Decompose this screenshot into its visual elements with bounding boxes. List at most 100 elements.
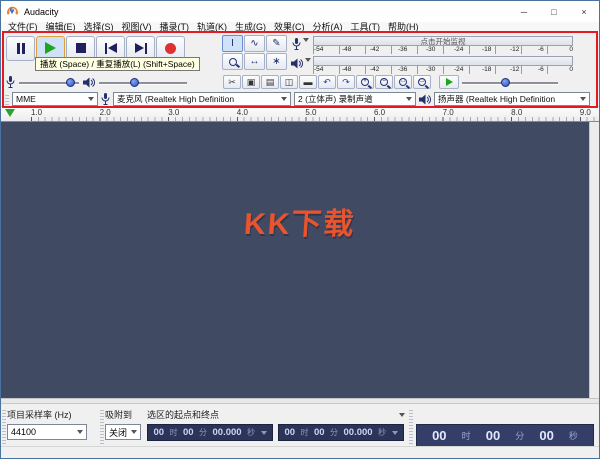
chevron-down-icon [88, 97, 94, 101]
chevron-down-icon [305, 58, 311, 62]
snap-to-select[interactable]: 关闭 [105, 424, 141, 440]
play-at-speed-toolbar [439, 75, 558, 89]
menu-item[interactable]: 选择(S) [80, 22, 118, 33]
ruler-label: 8.0 [511, 108, 580, 117]
record-meter-options[interactable] [292, 38, 309, 51]
zoom-in-icon: + [361, 78, 369, 86]
multi-tool-button[interactable]: ∗ [266, 53, 287, 70]
timeshift-tool-button[interactable]: ↔ [244, 53, 265, 70]
maximize-button[interactable]: □ [539, 1, 569, 22]
menu-item[interactable]: 编辑(E) [42, 22, 80, 33]
copy-button[interactable]: ▣ [242, 75, 260, 89]
recording-volume-slider[interactable] [19, 76, 79, 89]
vertical-scrollbar[interactable] [589, 122, 599, 398]
chevron-down-icon [131, 430, 137, 434]
chevron-down-icon [261, 431, 267, 435]
zoom-tool-button[interactable] [222, 53, 243, 70]
zoom-in-button[interactable]: + [356, 75, 374, 89]
recording-channels-select[interactable]: 2 (立体声) 录制声道 [294, 92, 416, 106]
chevron-down-icon [406, 97, 412, 101]
playback-volume-slider[interactable] [99, 76, 187, 89]
chevron-down-icon [580, 97, 586, 101]
zoom-out-button[interactable]: − [375, 75, 393, 89]
menu-item[interactable]: 播录(T) [156, 22, 194, 33]
chevron-down-icon [281, 97, 287, 101]
chevron-down-icon [77, 430, 83, 434]
slider-thumb[interactable] [501, 78, 510, 87]
draw-tool-button[interactable]: ✎ [266, 35, 287, 52]
mixer-toolbar [6, 75, 187, 90]
zoom-fit-icon: ▭ [418, 78, 426, 86]
menu-item[interactable]: 分析(A) [309, 22, 347, 33]
speaker-icon [83, 77, 95, 88]
menu-item[interactable]: 效果(C) [270, 22, 309, 33]
toolbar-grip[interactable] [100, 410, 104, 444]
toolbar-grip[interactable] [2, 410, 6, 444]
slider-thumb[interactable] [66, 78, 75, 87]
trim-audio-button[interactable]: ◫ [280, 75, 298, 89]
ruler-label: 3.0 [168, 108, 237, 117]
snap-to-value: 关闭 [109, 426, 127, 439]
play-speed-icon [446, 78, 453, 86]
playback-meter-bar[interactable] [313, 56, 573, 66]
menu-item[interactable]: 生成(G) [231, 22, 270, 33]
play-speed-slider[interactable] [462, 76, 558, 89]
playhead-triangle-icon[interactable] [5, 109, 15, 117]
stop-icon [76, 43, 86, 53]
recording-device-value: 麦克风 (Realtek High Definition [117, 93, 234, 105]
playback-device-icon [419, 94, 431, 105]
playback-device-value: 扬声器 (Realtek High Definition [438, 93, 555, 105]
audacity-window: Audacity ─ □ × 文件(F)编辑(E)选择(S)视图(V)播录(T)… [0, 0, 600, 459]
audio-position-display[interactable]: 00时 00分 00秒 [416, 424, 594, 447]
redo-button[interactable]: ↷ [337, 75, 355, 89]
menu-item[interactable]: 工具(T) [347, 22, 385, 33]
toolbar-grip[interactable] [5, 93, 9, 105]
magnifier-icon [229, 58, 237, 66]
recording-meter[interactable]: 点击开始监视 -54-48-42-36-30-24-18-12-60 [313, 36, 573, 54]
timeline-ruler[interactable]: 1.02.03.04.05.06.07.08.09.0 [1, 107, 599, 122]
play-at-speed-button[interactable] [439, 75, 459, 89]
slider-thumb[interactable] [130, 78, 139, 87]
minimize-button[interactable]: ─ [509, 1, 539, 22]
selection-end-field[interactable]: 00时 00分 00.000秒 [278, 424, 404, 441]
tools-toolbar: I ∿ ✎ ↔ ∗ [222, 35, 287, 70]
audio-host-select[interactable]: MME [12, 92, 98, 106]
project-rate-select[interactable]: 44100 [7, 424, 87, 440]
toolbar-grip[interactable] [409, 410, 413, 444]
play-button-tooltip: 播放 (Space) / 重复播放(L) (Shift+Space) [35, 57, 200, 71]
menu-item[interactable]: 文件(F) [4, 22, 42, 33]
menu-bar: 文件(F)编辑(E)选择(S)视图(V)播录(T)轨道(K)生成(G)效果(C)… [1, 22, 599, 33]
recording-meter-bar[interactable]: 点击开始监视 [313, 36, 573, 46]
ruler-label: 6.0 [374, 108, 443, 117]
track-area[interactable]: KK下载 [1, 122, 599, 398]
chevron-down-icon [392, 431, 398, 435]
pause-button[interactable] [6, 36, 35, 61]
skip-end-icon [135, 43, 147, 54]
selection-range-label: 选区的起点和终点 [147, 406, 219, 424]
selection-start-field[interactable]: 00时 00分 00.000秒 [147, 424, 273, 441]
play-icon [45, 42, 56, 54]
playback-meter-options[interactable] [291, 58, 311, 69]
selection-tool-button[interactable]: I [222, 35, 243, 52]
menu-item[interactable]: 帮助(H) [384, 22, 423, 33]
skip-start-icon [105, 43, 117, 54]
menu-item[interactable]: 轨道(K) [193, 22, 231, 33]
recording-device-select[interactable]: 麦克风 (Realtek High Definition [113, 92, 291, 106]
silence-audio-button[interactable]: ▬ [299, 75, 317, 89]
paste-button[interactable]: ▤ [261, 75, 279, 89]
playback-device-select[interactable]: 扬声器 (Realtek High Definition [434, 92, 590, 106]
cut-button[interactable]: ✂ [223, 75, 241, 89]
envelope-tool-button[interactable]: ∿ [244, 35, 265, 52]
undo-button[interactable]: ↶ [318, 75, 336, 89]
zoom-fit-project-button[interactable]: ▭ [413, 75, 431, 89]
zoom-to-selection-button[interactable]: □ [394, 75, 412, 89]
selection-range-mode-select[interactable]: 选区的起点和终点 [147, 406, 405, 424]
pause-icon [17, 43, 25, 54]
edit-toolbar: ✂ ▣ ▤ ◫ ▬ ↶ ↷ + − □ ▭ [223, 75, 431, 89]
playback-meter[interactable]: -54-48-42-36-30-24-18-12-60 [313, 56, 573, 74]
ruler-labels: 1.02.03.04.05.06.07.08.09.0 [31, 108, 599, 117]
audacity-logo-icon [6, 3, 19, 21]
menu-item[interactable]: 视图(V) [118, 22, 156, 33]
device-toolbar: MME 麦克风 (Realtek High Definition 2 (立体声)… [1, 91, 599, 107]
close-button[interactable]: × [569, 1, 599, 22]
